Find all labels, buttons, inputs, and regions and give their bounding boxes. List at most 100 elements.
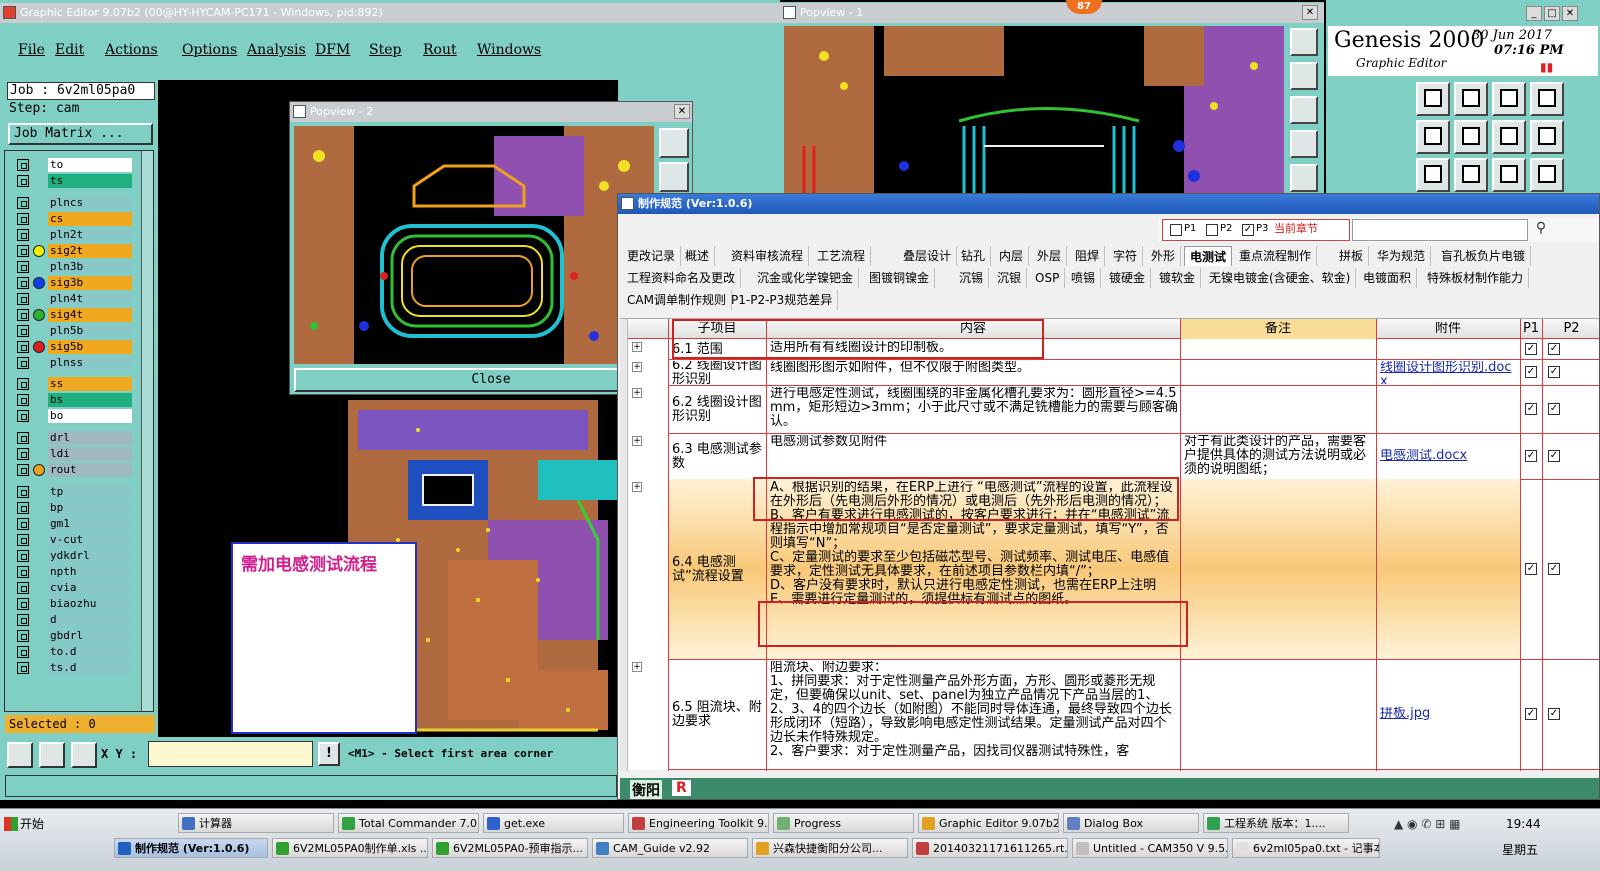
layer-row[interactable]: bp [15, 500, 133, 516]
warning-icon[interactable]: ! [318, 742, 340, 766]
layer-checkbox[interactable] [17, 432, 29, 444]
layer-row[interactable]: ydkdrl [15, 548, 133, 564]
row-attachment-link[interactable] [1380, 341, 1518, 358]
minimize-icon[interactable]: _ [1526, 6, 1542, 21]
column-header[interactable]: 备注 [1180, 322, 1376, 336]
layer-row[interactable]: sig2t [15, 243, 133, 259]
row-attachment-link[interactable] [1380, 402, 1518, 447]
layer-row[interactable]: ts.d [15, 660, 133, 676]
next-icon[interactable] [1454, 120, 1488, 154]
layer-row[interactable]: cs [15, 211, 133, 227]
tab-item[interactable]: 盲孔板负片电镀 [1436, 246, 1532, 266]
pan-icon[interactable] [1290, 96, 1318, 124]
layer-checkbox[interactable] [17, 357, 29, 369]
menu-options[interactable]: Options [182, 42, 237, 58]
layer-checkbox[interactable] [17, 229, 29, 241]
layer-checkbox[interactable] [17, 261, 29, 273]
menu-windows[interactable]: Windows [477, 42, 541, 58]
layout-icon[interactable] [1530, 120, 1564, 154]
p1-row-checkbox[interactable]: ✓ [1525, 366, 1537, 378]
job-matrix-button[interactable]: Job Matrix ... [8, 123, 153, 145]
layer-checkbox[interactable] [17, 394, 29, 406]
layer-row[interactable]: cvia [15, 580, 133, 596]
taskbar-item[interactable]: 兴森快捷衡阳分公司... [752, 838, 908, 858]
layer-row[interactable]: ldi [15, 446, 133, 462]
xy-input[interactable] [148, 741, 313, 767]
expand-icon[interactable] [1416, 158, 1450, 192]
p3-checkbox[interactable]: ✓ [1242, 224, 1254, 236]
save-icon[interactable] [1454, 82, 1488, 116]
taskbar-item[interactable]: Dialog Box [1063, 813, 1199, 833]
p2-row-checkbox[interactable]: ✓ [1548, 403, 1560, 415]
row-attachment-link[interactable]: 线圈设计图形识别.docx [1380, 361, 1518, 384]
tab-item[interactable]: 钻孔 [956, 246, 992, 266]
taskbar-item[interactable]: 6v2ml05pa0.txt - 记事本 [1232, 838, 1380, 858]
tab-item[interactable]: 内层 [994, 246, 1030, 266]
taskbar-item[interactable]: 制作规范 (Ver:1.0.6) [114, 838, 268, 858]
layer-checkbox[interactable] [17, 534, 29, 546]
zoom-in-icon[interactable] [659, 128, 689, 158]
layer-row[interactable]: to.d [15, 644, 133, 660]
taskbar-item[interactable]: 6V2ML05PA0-预审指示... [432, 838, 588, 858]
screen-icon[interactable] [1530, 82, 1564, 116]
menu-step[interactable]: Step [369, 42, 401, 58]
layer-row[interactable]: to [15, 157, 133, 173]
taskbar-item[interactable]: 工程系统 版本：1.... [1203, 813, 1349, 833]
popview-1-canvas[interactable] [784, 26, 1284, 194]
tab-item[interactable]: 特殊板材制作能力 [1422, 268, 1530, 288]
taskbar-item[interactable]: 6V2ML05PA0制作单.xls ... [272, 838, 428, 858]
clock-time[interactable]: 19:44 [1506, 817, 1541, 831]
layer-row[interactable]: sig4t [15, 307, 133, 323]
layer-row[interactable]: tp [15, 484, 133, 500]
move-icon[interactable] [1454, 158, 1488, 192]
tab-electrical-test[interactable]: 电测试 [1184, 246, 1233, 266]
p1-row-checkbox[interactable]: ✓ [1525, 343, 1537, 355]
expand-row-icon[interactable]: + [632, 482, 642, 492]
layer-row[interactable]: sig5b [15, 339, 133, 355]
p1-row-checkbox[interactable]: ✓ [1525, 708, 1537, 720]
tab-item[interactable]: 镀软金 [1154, 268, 1202, 288]
layer-checkbox[interactable] [17, 341, 29, 353]
tab-item[interactable]: 更改记录 [622, 246, 682, 266]
zoom-out-icon[interactable] [659, 162, 689, 192]
tab-item[interactable]: 资料审核流程 [726, 246, 810, 266]
p1-row-checkbox[interactable]: ✓ [1525, 403, 1537, 415]
tab-item[interactable]: 图镀铜镍金 [864, 268, 936, 288]
layer-checkbox[interactable] [17, 566, 29, 578]
layer-checkbox[interactable] [17, 378, 29, 390]
layer-row[interactable]: gbdrl [15, 628, 133, 644]
tab-item[interactable]: 沉银 [992, 268, 1028, 288]
layer-row[interactable]: pln2t [15, 227, 133, 243]
menu-file[interactable]: File [18, 42, 45, 58]
layer-row[interactable]: bo [15, 408, 133, 424]
layer-row[interactable]: plncs [15, 195, 133, 211]
tab-item[interactable]: 拼板 [1334, 246, 1370, 266]
measure-icon[interactable] [39, 742, 65, 768]
graphic-editor-titlebar[interactable]: Graphic Editor 9.07b2 (00@HY-HYCAM-PC171… [0, 3, 780, 23]
layer-row[interactable]: biaozhu [15, 596, 133, 612]
tab-item[interactable]: 工艺流程 [812, 246, 872, 266]
layer-row[interactable]: ts [15, 173, 133, 189]
layer-checkbox[interactable] [17, 464, 29, 476]
layer-row[interactable]: bs [15, 392, 133, 408]
layer-checkbox[interactable] [17, 277, 29, 289]
layer-checkbox[interactable] [17, 197, 29, 209]
tab-item[interactable]: 概述 [680, 246, 716, 266]
tab-item[interactable]: 外层 [1032, 246, 1068, 266]
layer-row[interactable]: rout [15, 462, 133, 478]
tab-item[interactable]: 重点流程制作 [1234, 246, 1318, 266]
layer-checkbox[interactable] [17, 486, 29, 498]
prev-icon[interactable] [1416, 120, 1450, 154]
taskbar-item[interactable]: Graphic Editor 9.07b2... [918, 813, 1059, 833]
expand-row-icon[interactable]: + [632, 436, 642, 446]
tab-item[interactable]: 沉锡 [954, 268, 990, 288]
tab-item[interactable]: 外形 [1146, 246, 1182, 266]
close-icon[interactable]: ✕ [674, 104, 690, 119]
layer-row[interactable]: plnss [15, 355, 133, 371]
compare-icon[interactable] [1492, 120, 1526, 154]
p1-checkbox[interactable] [1170, 224, 1182, 236]
tab-item[interactable]: 无镍电镀金(含硬金、软金) [1204, 268, 1357, 288]
grid-scrollbar[interactable] [620, 319, 628, 771]
scope-select[interactable]: 当前章节 [1274, 222, 1346, 238]
zoom-out-icon[interactable] [1290, 62, 1318, 90]
